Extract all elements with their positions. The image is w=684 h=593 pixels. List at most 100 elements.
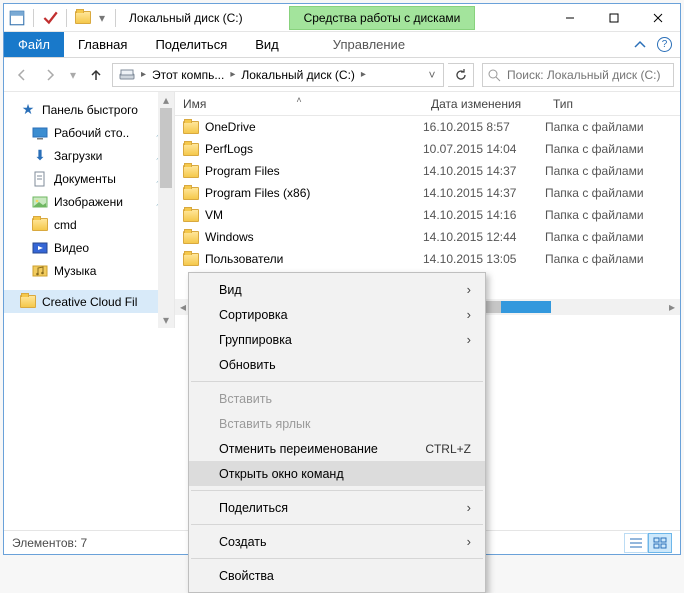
up-button[interactable] bbox=[84, 63, 108, 87]
file-name: Program Files (x86) bbox=[205, 186, 310, 200]
menu-paste-shortcut: Вставить ярлык bbox=[189, 411, 485, 436]
table-row[interactable]: PerfLogs10.07.2015 14:04Папка с файлами bbox=[175, 138, 680, 160]
file-date: 10.07.2015 14:04 bbox=[423, 142, 545, 156]
menu-sort[interactable]: Сортировка› bbox=[189, 302, 485, 327]
menu-undo-rename[interactable]: Отменить переименованиеCTRL+Z bbox=[189, 436, 485, 461]
scroll-right-icon[interactable]: ▸ bbox=[664, 299, 680, 315]
folder-icon bbox=[183, 121, 199, 134]
recent-dropdown[interactable]: ▾ bbox=[66, 63, 80, 87]
maximize-button[interactable] bbox=[592, 4, 636, 32]
breadcrumb-drive[interactable]: Локальный диск (C:) bbox=[237, 68, 359, 82]
sidebar-item-desktop[interactable]: Рабочий сто.. 📌 bbox=[4, 121, 174, 144]
ribbon-tabs: Файл Главная Поделиться Вид Управление ? bbox=[4, 32, 680, 58]
chevron-right-icon[interactable]: ▸ bbox=[139, 69, 148, 80]
chevron-right-icon[interactable]: ▸ bbox=[228, 69, 237, 80]
folder-icon bbox=[183, 253, 199, 266]
menu-share[interactable]: Поделиться› bbox=[189, 495, 485, 520]
folder-icon bbox=[183, 165, 199, 178]
context-menu: Вид› Сортировка› Группировка› Обновить В… bbox=[188, 272, 486, 593]
table-row[interactable]: Program Files (x86)14.10.2015 14:37Папка… bbox=[175, 182, 680, 204]
back-button[interactable] bbox=[10, 63, 34, 87]
explorer-window: ▾ Локальный диск (C:) Средства работы с … bbox=[3, 3, 681, 555]
menu-paste: Вставить bbox=[189, 386, 485, 411]
menu-group[interactable]: Группировка› bbox=[189, 327, 485, 352]
sidebar-item-video[interactable]: Видео bbox=[4, 236, 174, 259]
quick-access-toolbar: ▾ bbox=[4, 9, 123, 27]
ribbon-collapse-icon[interactable] bbox=[633, 38, 647, 52]
file-type: Папка с файлами bbox=[545, 230, 680, 244]
column-headers: Имя ˄ Дата изменения Тип bbox=[175, 92, 680, 116]
sidebar-item-label: cmd bbox=[54, 218, 77, 232]
tab-file[interactable]: Файл bbox=[4, 32, 64, 57]
file-name: Пользователи bbox=[205, 252, 283, 266]
column-date[interactable]: Дата изменения bbox=[423, 97, 545, 111]
close-button[interactable] bbox=[636, 4, 680, 32]
tab-home[interactable]: Главная bbox=[64, 32, 141, 57]
file-type: Папка с файлами bbox=[545, 142, 680, 156]
picture-icon bbox=[32, 194, 48, 210]
menu-properties[interactable]: Свойства bbox=[189, 563, 485, 588]
chevron-right-icon: › bbox=[467, 500, 471, 515]
sidebar-item-pictures[interactable]: Изображени 📌 bbox=[4, 190, 174, 213]
quick-access-header[interactable]: ★ Панель быстрого bbox=[4, 98, 174, 121]
folder-icon bbox=[183, 143, 199, 156]
sidebar-item-creative-cloud[interactable]: Creative Cloud Fil bbox=[4, 290, 174, 313]
menu-new[interactable]: Создать› bbox=[189, 529, 485, 554]
chevron-right-icon: › bbox=[467, 307, 471, 322]
table-row[interactable]: Пользователи 14.10.2015 13:05Папка с файл… bbox=[175, 248, 680, 270]
file-type: Папка с файлами bbox=[545, 120, 680, 134]
folder-icon bbox=[183, 231, 199, 244]
search-icon bbox=[487, 68, 501, 82]
table-row[interactable]: Program Files14.10.2015 14:37Папка с фай… bbox=[175, 160, 680, 182]
tab-view[interactable]: Вид bbox=[241, 32, 293, 57]
sidebar-item-label: Загрузки bbox=[54, 149, 102, 163]
help-icon[interactable]: ? bbox=[657, 37, 672, 52]
tab-manage[interactable]: Управление bbox=[315, 32, 423, 57]
sidebar-item-cmd[interactable]: cmd bbox=[4, 213, 174, 236]
nav-scrollbar[interactable]: ▴ ▾ bbox=[158, 92, 174, 328]
sidebar-item-label: Creative Cloud Fil bbox=[42, 295, 137, 309]
search-input[interactable] bbox=[505, 67, 669, 83]
table-row[interactable]: Windows14.10.2015 12:44Папка с файлами bbox=[175, 226, 680, 248]
ribbon-context-label: Средства работы с дисками bbox=[289, 6, 476, 30]
menu-open-cmd[interactable]: Открыть окно команд bbox=[189, 461, 485, 486]
sidebar-item-documents[interactable]: Документы 📌 bbox=[4, 167, 174, 190]
chevron-right-icon[interactable]: ▸ bbox=[359, 69, 368, 80]
column-name[interactable]: Имя ˄ bbox=[175, 97, 423, 111]
view-large-button[interactable] bbox=[648, 533, 672, 553]
sidebar-item-music[interactable]: Музыка bbox=[4, 259, 174, 282]
sidebar-item-label: Музыка bbox=[54, 264, 96, 278]
minimize-button[interactable] bbox=[548, 4, 592, 32]
tab-share[interactable]: Поделиться bbox=[141, 32, 241, 57]
menu-view[interactable]: Вид› bbox=[189, 277, 485, 302]
refresh-button[interactable] bbox=[448, 63, 474, 87]
menu-refresh[interactable]: Обновить bbox=[189, 352, 485, 377]
breadcrumb-this-pc[interactable]: Этот компь... bbox=[148, 68, 228, 82]
scroll-thumb-highlight[interactable] bbox=[501, 301, 551, 313]
file-type: Папка с файлами bbox=[545, 186, 680, 200]
scroll-up-icon[interactable]: ▴ bbox=[158, 92, 174, 108]
address-dropdown[interactable]: ˅ bbox=[423, 68, 441, 82]
scroll-thumb[interactable] bbox=[160, 108, 172, 188]
sidebar-item-label: Видео bbox=[54, 241, 89, 255]
folder-icon[interactable] bbox=[74, 9, 92, 27]
search-box[interactable] bbox=[482, 63, 674, 87]
file-date: 14.10.2015 13:05 bbox=[423, 252, 545, 266]
forward-button[interactable] bbox=[38, 63, 62, 87]
address-bar[interactable]: ▸ Этот компь... ▸ Локальный диск (C:) ▸ … bbox=[112, 63, 444, 87]
star-icon: ★ bbox=[20, 102, 36, 118]
sidebar-item-downloads[interactable]: ⬇ Загрузки 📌 bbox=[4, 144, 174, 167]
properties-icon[interactable] bbox=[8, 9, 26, 27]
table-row[interactable]: VM14.10.2015 14:16Папка с файлами bbox=[175, 204, 680, 226]
qat-dropdown[interactable]: ▾ bbox=[96, 9, 108, 27]
table-row[interactable]: OneDrive16.10.2015 8:57Папка с файлами bbox=[175, 116, 680, 138]
scroll-down-icon[interactable]: ▾ bbox=[158, 312, 174, 328]
view-details-button[interactable] bbox=[624, 533, 648, 553]
column-type[interactable]: Тип bbox=[545, 97, 680, 111]
music-icon bbox=[32, 263, 48, 279]
navigation-pane[interactable]: ★ Панель быстрого Рабочий сто.. 📌 ⬇ Загр… bbox=[4, 92, 175, 328]
file-type: Папка с файлами bbox=[545, 252, 680, 266]
window-buttons bbox=[548, 4, 680, 32]
folder-icon bbox=[183, 209, 199, 222]
check-icon[interactable] bbox=[41, 9, 59, 27]
